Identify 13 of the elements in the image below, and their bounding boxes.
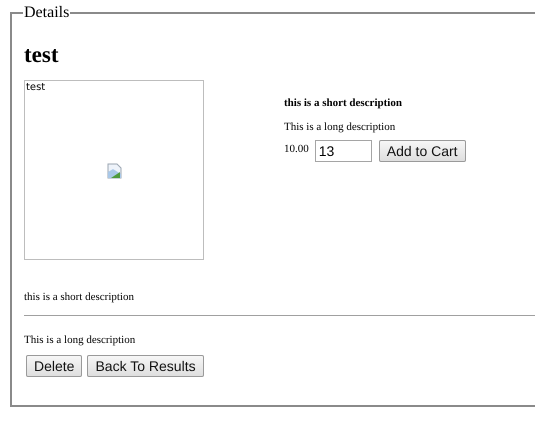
action-button[interactable]: Delete: [26, 355, 82, 377]
image-alt-text: test: [26, 81, 46, 95]
long-description: This is a long description: [284, 120, 396, 134]
long-description: This is a long description: [24, 333, 136, 347]
broken-image-icon: [107, 163, 122, 179]
short-description: this is a short description: [24, 290, 135, 304]
quantity-field[interactable]: 13: [314, 140, 372, 162]
price: 10.00: [284, 142, 309, 156]
product-title: test: [24, 42, 60, 68]
fieldset-legend: Details: [23, 4, 70, 22]
short-description: this is a short description: [284, 96, 403, 110]
add-to-cart-button[interactable]: Add to Cart: [378, 140, 466, 162]
action-button[interactable]: Back To Results: [87, 355, 204, 377]
